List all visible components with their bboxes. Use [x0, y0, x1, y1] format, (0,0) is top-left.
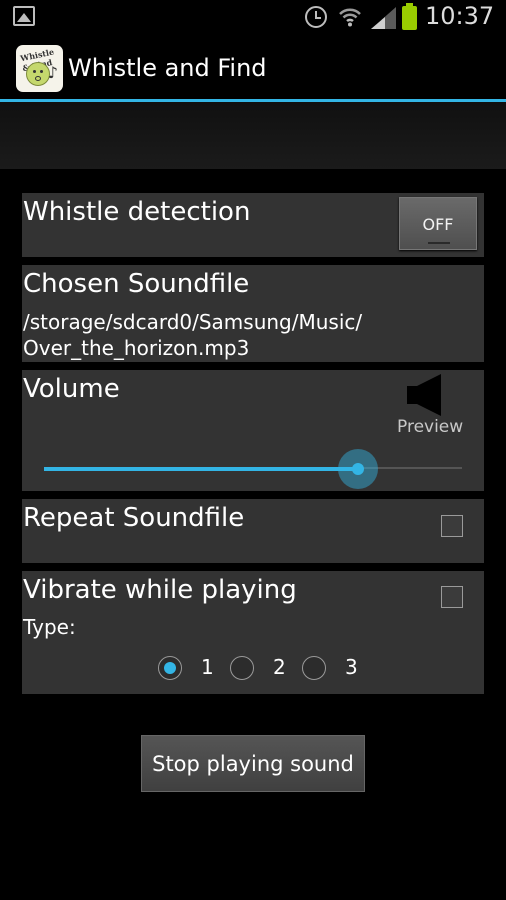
radio-type-2[interactable]	[230, 656, 254, 680]
smiley-icon	[26, 62, 50, 86]
speaker-icon[interactable]	[405, 374, 445, 416]
repeat-panel[interactable]: Repeat Soundfile	[22, 499, 484, 563]
wifi-icon	[339, 8, 361, 27]
app-icon[interactable]: Whistle & Find ♪	[16, 45, 63, 92]
repeat-label: Repeat Soundfile	[23, 503, 245, 533]
vibrate-type-label: Type:	[23, 615, 76, 639]
soundfile-panel[interactable]: Chosen Soundfile /storage/sdcard0/Samsun…	[22, 265, 484, 362]
radio-type-1[interactable]	[158, 656, 182, 680]
signal-icon	[371, 7, 396, 29]
battery-icon	[402, 3, 417, 30]
soundfile-path: /storage/sdcard0/Samsung/Music/ Over_the…	[23, 309, 362, 361]
soundfile-label: Chosen Soundfile	[23, 269, 250, 299]
stop-playing-button[interactable]: Stop playing sound	[141, 735, 365, 792]
whistle-detection-toggle[interactable]: OFF	[399, 197, 477, 250]
music-note-icon: ♪	[47, 63, 58, 82]
slider-fill	[44, 467, 358, 471]
header-strip	[0, 102, 506, 169]
volume-slider[interactable]	[44, 449, 462, 489]
vibrate-type-radio-group: 1 2 3	[22, 653, 484, 683]
vibrate-checkbox[interactable]	[441, 586, 463, 608]
radio-label-2: 2	[273, 655, 286, 679]
volume-panel: Volume Preview	[22, 370, 484, 491]
radio-label-1: 1	[201, 655, 214, 679]
soundfile-path-line1: /storage/sdcard0/Samsung/Music/	[23, 310, 363, 334]
app-title: Whistle and Find	[68, 54, 267, 82]
radio-type-3[interactable]	[302, 656, 326, 680]
slider-thumb[interactable]	[337, 449, 378, 489]
volume-label: Volume	[23, 374, 120, 404]
soundfile-path-line2: Over_the_horizon.mp3	[23, 336, 250, 360]
clock: 10:37	[425, 2, 495, 30]
toggle-label: OFF	[422, 215, 454, 234]
gallery-icon	[13, 6, 35, 26]
repeat-checkbox[interactable]	[441, 515, 463, 537]
alarm-icon	[305, 6, 327, 28]
whistle-detection-panel: Whistle detection OFF	[22, 193, 484, 257]
whistle-detection-label: Whistle detection	[23, 197, 251, 227]
preview-label[interactable]: Preview	[397, 417, 463, 437]
status-bar: 10:37	[0, 0, 506, 36]
vibrate-label: Vibrate while playing	[23, 575, 297, 605]
radio-label-3: 3	[345, 655, 358, 679]
vibrate-panel: Vibrate while playing Type: 1 2 3	[22, 571, 484, 694]
